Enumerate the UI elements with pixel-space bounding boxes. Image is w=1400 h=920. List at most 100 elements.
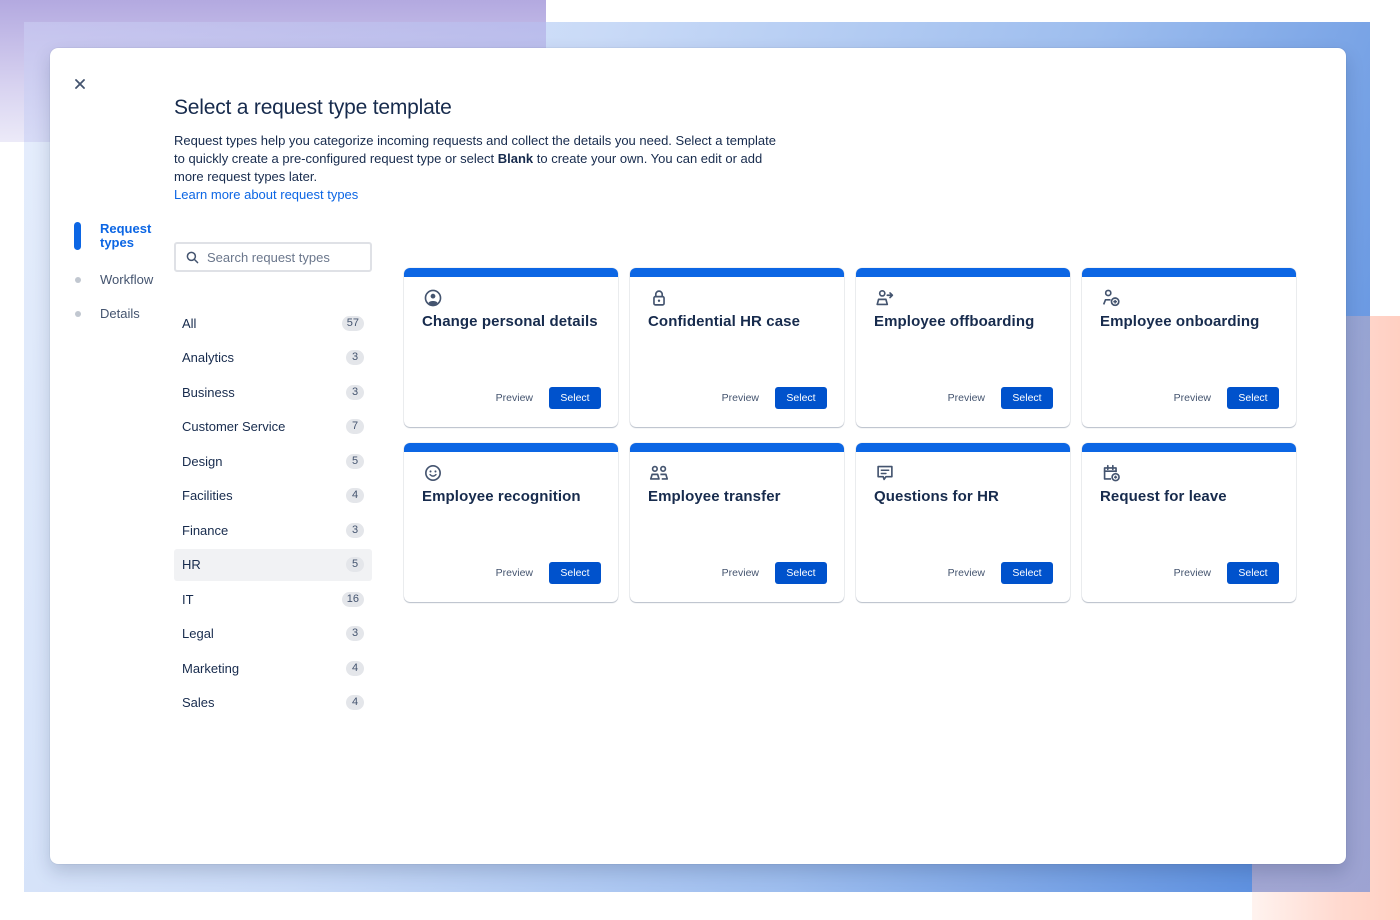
lock-icon <box>653 290 665 306</box>
smiley-icon <box>425 465 441 481</box>
category-customer-service[interactable]: Customer Service 7 <box>174 411 372 443</box>
category-count-badge: 3 <box>346 626 364 641</box>
category-count-badge: 4 <box>346 695 364 710</box>
category-sales[interactable]: Sales 4 <box>174 687 372 719</box>
category-marketing[interactable]: Marketing 4 <box>174 652 372 684</box>
step-label: Details <box>100 306 140 321</box>
category-analytics[interactable]: Analytics 3 <box>174 342 372 374</box>
card-accent-bar <box>1082 268 1296 277</box>
category-count-badge: 7 <box>346 419 364 434</box>
card-title: Employee recognition <box>422 488 581 505</box>
active-step-indicator <box>74 222 81 250</box>
preview-button[interactable]: Preview <box>948 567 985 579</box>
category-label: Analytics <box>182 350 235 365</box>
person-add-icon <box>1102 289 1120 307</box>
search-input[interactable] <box>207 249 357 265</box>
step-label: Request types <box>100 221 152 250</box>
template-card-request-for-leave[interactable]: Request for leave Preview Select <box>1082 443 1296 602</box>
step-request-types[interactable]: Request types <box>74 222 160 250</box>
step-label: Workflow <box>100 272 154 287</box>
people-icon <box>649 465 669 480</box>
template-card-employee-onboarding[interactable]: Employee onboarding Preview Select <box>1082 268 1296 427</box>
category-list: All 57 Analytics 3 Business 3 Customer Serv… <box>174 307 372 721</box>
template-card-questions-for-hr[interactable]: Questions for HR Preview Select <box>856 443 1070 602</box>
select-button[interactable]: Select <box>549 562 601 584</box>
category-all[interactable]: All 57 <box>174 307 372 339</box>
learn-more-link[interactable]: Learn more about request types <box>174 187 358 202</box>
select-button[interactable]: Select <box>1227 562 1279 584</box>
card-actions: Preview Select <box>1174 562 1279 584</box>
search-icon <box>186 251 199 263</box>
preview-button[interactable]: Preview <box>1174 567 1211 579</box>
category-label: Legal <box>182 626 214 641</box>
select-button[interactable]: Select <box>1001 387 1053 409</box>
category-design[interactable]: Design 5 <box>174 445 372 477</box>
card-actions: Preview Select <box>496 562 601 584</box>
card-title: Employee offboarding <box>874 313 1035 330</box>
select-button[interactable]: Select <box>775 562 827 584</box>
step-dot <box>75 311 81 317</box>
card-actions: Preview Select <box>722 387 827 409</box>
template-card-change-personal-details[interactable]: Change personal details Preview Select <box>404 268 618 427</box>
category-it[interactable]: IT 16 <box>174 583 372 615</box>
category-label: Business <box>182 384 235 400</box>
template-modal: Select a request type template Request t… <box>50 48 1346 864</box>
category-count-badge: 57 <box>341 315 364 331</box>
card-accent-bar <box>856 443 1070 452</box>
preview-button[interactable]: Preview <box>1174 392 1211 404</box>
template-grid: Change personal details Preview Select C… <box>404 268 1296 602</box>
step-workflow[interactable]: Workflow <box>74 273 160 287</box>
category-business[interactable]: Business 3 <box>174 376 372 408</box>
preview-button[interactable]: Preview <box>496 392 533 404</box>
category-legal[interactable]: Legal 3 <box>174 618 372 650</box>
category-count-badge: 16 <box>341 591 364 607</box>
category-label: All <box>182 315 197 331</box>
category-label: Sales <box>182 695 215 710</box>
search-field[interactable] <box>174 242 372 272</box>
category-finance[interactable]: Finance 3 <box>174 514 372 546</box>
step-dot <box>75 277 81 283</box>
category-count-badge: 5 <box>346 453 364 469</box>
category-count-badge: 3 <box>346 350 364 365</box>
template-card-employee-transfer[interactable]: Employee transfer Preview Select <box>630 443 844 602</box>
preview-button[interactable]: Preview <box>948 392 985 404</box>
page-description: Request types help you categorize incomi… <box>174 132 784 204</box>
category-count-badge: 3 <box>346 384 364 400</box>
category-label: HR <box>182 557 201 572</box>
select-button[interactable]: Select <box>1001 562 1053 584</box>
card-title: Questions for HR <box>874 488 999 505</box>
close-icon <box>75 79 85 89</box>
page-title: Select a request type template <box>174 96 452 119</box>
category-label: Design <box>182 453 223 469</box>
category-label: IT <box>182 591 194 607</box>
description-bold: Blank <box>497 151 534 166</box>
select-button[interactable]: Select <box>1227 387 1279 409</box>
preview-button[interactable]: Preview <box>722 392 759 404</box>
person-circle-icon <box>424 289 442 307</box>
card-accent-bar <box>1082 443 1296 452</box>
card-accent-bar <box>630 268 844 277</box>
category-hr[interactable]: HR 5 <box>174 548 372 581</box>
calendar-add-icon <box>1103 464 1120 482</box>
category-count-badge: 4 <box>346 660 364 676</box>
category-label: Marketing <box>182 660 240 676</box>
card-accent-bar <box>856 268 1070 277</box>
card-title: Employee onboarding <box>1100 313 1260 330</box>
step-details[interactable]: Details <box>74 307 160 321</box>
card-actions: Preview Select <box>496 387 601 409</box>
card-accent-bar <box>404 443 618 452</box>
category-count-badge: 4 <box>346 488 364 503</box>
template-card-employee-offboarding[interactable]: Employee offboarding Preview Select <box>856 268 1070 427</box>
template-card-confidential-hr-case[interactable]: Confidential HR case Preview Select <box>630 268 844 427</box>
card-title: Confidential HR case <box>648 313 801 330</box>
category-count-badge: 3 <box>346 522 364 538</box>
select-button[interactable]: Select <box>549 387 601 409</box>
preview-button[interactable]: Preview <box>722 567 759 579</box>
close-button[interactable] <box>72 76 88 92</box>
category-label: Finance <box>182 522 229 538</box>
select-button[interactable]: Select <box>775 387 827 409</box>
card-actions: Preview Select <box>722 562 827 584</box>
preview-button[interactable]: Preview <box>496 567 533 579</box>
template-card-employee-recognition[interactable]: Employee recognition Preview Select <box>404 443 618 602</box>
category-facilities[interactable]: Facilities 4 <box>174 480 372 512</box>
